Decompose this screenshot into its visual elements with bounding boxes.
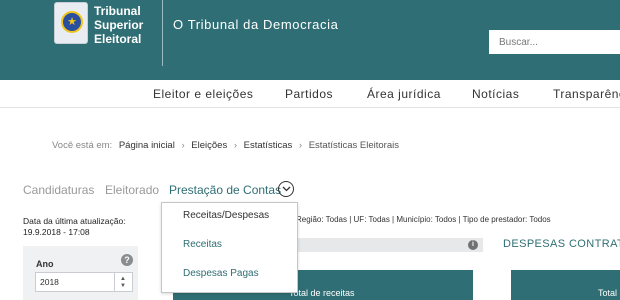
- total-despesas-card: Total: [511, 270, 620, 300]
- breadcrumb-link-eleicoes[interactable]: Eleições: [191, 140, 227, 151]
- year-value: 2018: [40, 277, 59, 287]
- section-title: DESPESAS CONTRATA: [503, 238, 620, 250]
- last-update-info: Data da última atualização: 19.9.2018 - …: [23, 216, 126, 238]
- nav-item-transparencia[interactable]: Transparênc: [553, 87, 620, 101]
- chevron-down-icon[interactable]: [278, 181, 294, 197]
- logo-text: Tribunal Superior Eleitoral: [94, 4, 143, 46]
- nav-item-eleitor[interactable]: Eleitor e eleições: [153, 87, 253, 101]
- year-stepper[interactable]: ▲ ▼: [114, 273, 132, 291]
- nav-item-area-juridica[interactable]: Área jurídica: [367, 87, 441, 101]
- site-tagline: O Tribunal da Democracia: [173, 17, 339, 32]
- year-select[interactable]: 2018 ▲ ▼: [35, 272, 133, 292]
- breadcrumb-link-home[interactable]: Página inicial: [119, 140, 175, 151]
- filters-summary: Região: Todas | UF: Todas | Município: T…: [296, 215, 551, 224]
- logo-line: Superior: [94, 18, 144, 32]
- chevron-down-icon[interactable]: ▼: [120, 283, 126, 289]
- info-icon[interactable]: i: [468, 240, 478, 250]
- site-header: ★ Tribunal Superior Eleitoral O Tribunal…: [0, 0, 620, 80]
- breadcrumb: Você está em: Página inicial › Eleições …: [52, 140, 399, 151]
- card-title: Total: [598, 288, 618, 298]
- nav-item-partidos[interactable]: Partidos: [285, 87, 333, 101]
- chevron-right-icon: ›: [233, 140, 238, 151]
- last-update-value: 19.9.2018 - 17:08: [23, 227, 90, 237]
- last-update-label: Data da última atualização:: [23, 216, 126, 226]
- logo-line: Eleitoral: [94, 32, 142, 46]
- menu-item-receitas[interactable]: Receitas: [183, 239, 222, 250]
- breadcrumb-link-estatisticas[interactable]: Estatísticas: [244, 140, 293, 151]
- search-input[interactable]: [489, 30, 620, 54]
- year-filter-panel: Ano ? 2018 ▲ ▼: [23, 246, 138, 300]
- menu-item-receitas-despesas[interactable]: Receitas/Despesas: [183, 210, 269, 221]
- breadcrumb-prefix: Você está em:: [52, 140, 113, 151]
- chevron-up-icon[interactable]: ▲: [120, 276, 126, 282]
- breadcrumb-current: Estatísticas Eleitorais: [308, 140, 399, 151]
- tab-prestacao-de-contas[interactable]: Prestação de Contas: [169, 183, 281, 197]
- menu-item-despesas-pagas[interactable]: Despesas Pagas: [183, 268, 259, 279]
- main-nav: Eleitor e eleições Partidos Área jurídic…: [0, 80, 620, 108]
- card-title: Total de receitas: [289, 288, 355, 298]
- tab-candidaturas[interactable]: Candidaturas: [23, 183, 94, 197]
- chevron-right-icon: ›: [181, 140, 185, 151]
- tab-eleitorado[interactable]: Eleitorado: [105, 183, 159, 197]
- brazil-emblem-icon: ★: [54, 2, 88, 44]
- nav-item-noticias[interactable]: Notícias: [472, 87, 519, 101]
- logo-line: Tribunal: [94, 4, 141, 18]
- year-label: Ano: [36, 259, 54, 269]
- help-icon[interactable]: ?: [121, 254, 133, 266]
- header-divider: [162, 0, 163, 66]
- chevron-right-icon: ›: [298, 140, 303, 151]
- tse-logo[interactable]: ★ Tribunal Superior Eleitoral: [54, 2, 144, 46]
- page: ★ Tribunal Superior Eleitoral O Tribunal…: [0, 0, 620, 300]
- prestacao-dropdown-menu: Receitas/Despesas Receitas Despesas Paga…: [161, 202, 298, 293]
